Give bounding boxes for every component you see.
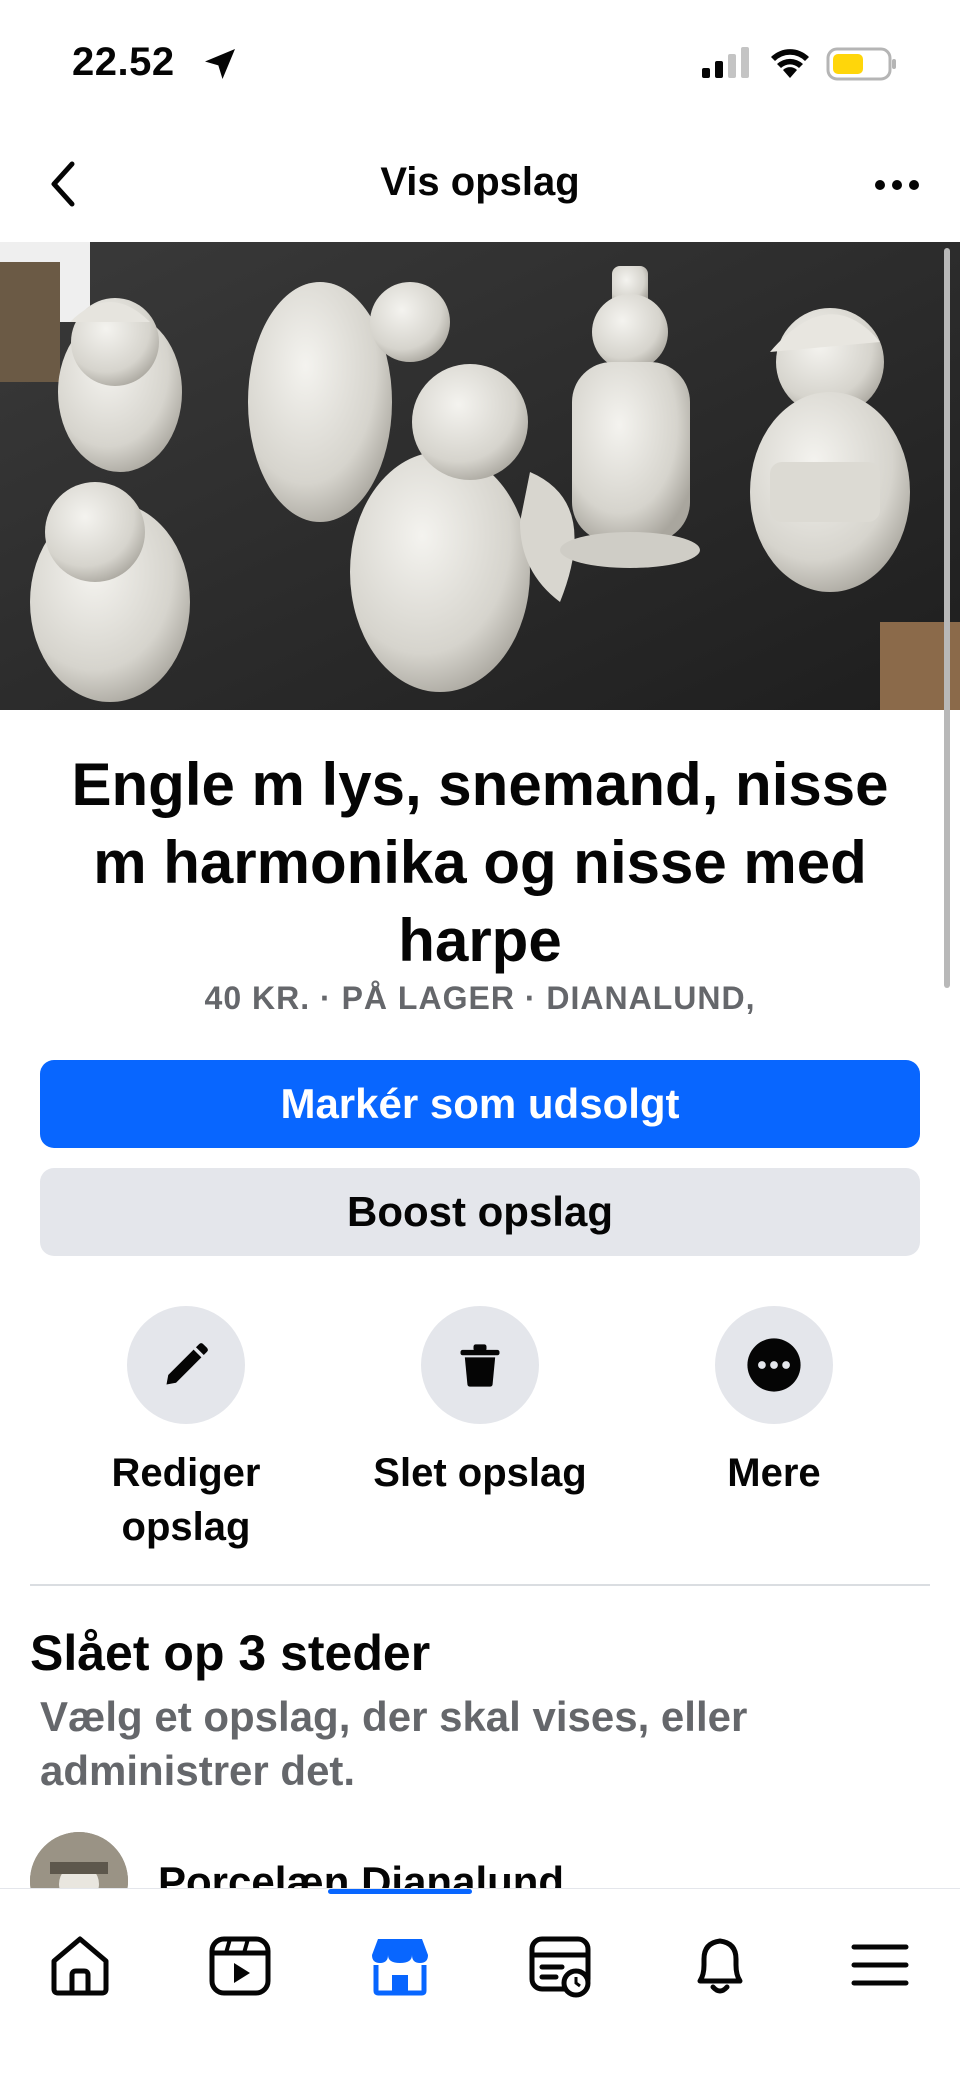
- video-icon[interactable]: [200, 1925, 280, 2005]
- boost-listing-button[interactable]: Boost opslag: [40, 1168, 920, 1256]
- cellular-signal-icon: [702, 47, 749, 78]
- menu-icon[interactable]: [840, 1925, 920, 2005]
- home-icon[interactable]: [40, 1925, 120, 2005]
- active-tab-indicator: [328, 1889, 472, 1894]
- more-label: Mere: [727, 1451, 821, 1495]
- page-title: Vis opslag: [380, 160, 580, 204]
- edit-listing-action[interactable]: Rediger opslag: [66, 1306, 306, 1554]
- location-arrow-icon: [205, 49, 235, 79]
- pencil-icon: [166, 1343, 208, 1385]
- mark-as-sold-button[interactable]: Markér som udsolgt: [40, 1060, 920, 1148]
- scrollbar[interactable]: [944, 248, 950, 988]
- listing-meta: 40 KR. · PÅ LAGER · DIANALUND,: [204, 980, 756, 1016]
- wifi-icon: [771, 49, 809, 78]
- bell-icon[interactable]: [680, 1925, 760, 2005]
- more-dots-icon: [747, 1338, 801, 1392]
- top-header: Vis opslag: [0, 130, 960, 242]
- trash-icon: [460, 1344, 500, 1387]
- listing-photo[interactable]: [0, 242, 960, 710]
- battery-icon: [826, 47, 896, 81]
- posted-section-subtitle: Vælg et opslag, der skal vises, eller ad…: [40, 1693, 748, 1794]
- marketplace-icon[interactable]: [360, 1925, 440, 2005]
- edit-listing-button[interactable]: [127, 1306, 245, 1424]
- delete-listing-button[interactable]: [421, 1306, 539, 1424]
- group-name: Porcelæn Dianalund: [158, 1858, 565, 1888]
- delete-listing-label: Slet opslag: [373, 1451, 587, 1495]
- more-button[interactable]: [715, 1306, 833, 1424]
- status-bar: 22.52: [0, 0, 960, 130]
- bottom-nav: [0, 1888, 960, 2078]
- group-list-item[interactable]: Porcelæn Dianalund: [30, 1832, 930, 1888]
- edit-listing-label: Rediger opslag: [111, 1451, 261, 1549]
- figurines-image: [0, 242, 960, 710]
- more-action[interactable]: Mere: [654, 1306, 894, 1500]
- feeds-icon[interactable]: [520, 1925, 600, 2005]
- group-avatar: [30, 1832, 128, 1888]
- more-options-icon[interactable]: [862, 160, 932, 210]
- posted-section-title: Slået op 3 steder: [30, 1625, 431, 1681]
- listing-title: Engle m lys, snemand, nisse m harmonika …: [71, 751, 889, 974]
- divider: [30, 1584, 930, 1586]
- status-time: 22.52: [72, 40, 175, 84]
- delete-listing-action[interactable]: Slet opslag: [360, 1306, 600, 1500]
